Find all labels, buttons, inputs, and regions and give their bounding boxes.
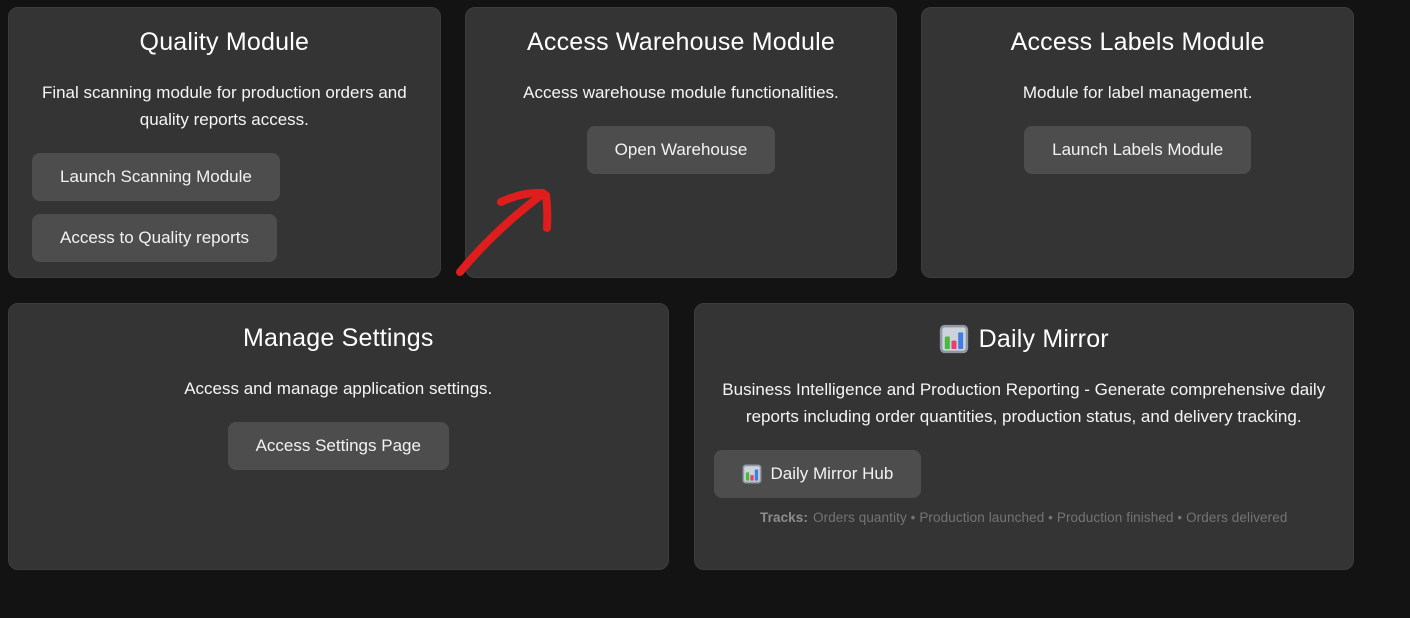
tracks-label: Tracks: <box>760 510 808 525</box>
bar-chart-icon <box>939 324 969 354</box>
card-warehouse-module: Access Warehouse Module Access warehouse… <box>465 7 898 278</box>
warehouse-module-title: Access Warehouse Module <box>481 28 882 57</box>
open-warehouse-button[interactable]: Open Warehouse <box>587 126 776 174</box>
tracks-items: Orders quantity • Production launched • … <box>813 510 1287 525</box>
daily-mirror-title: Daily Mirror <box>710 324 1339 354</box>
warehouse-module-description: Access warehouse module functionalities. <box>481 79 882 106</box>
launch-labels-module-button[interactable]: Launch Labels Module <box>1024 126 1251 174</box>
daily-mirror-title-text: Daily Mirror <box>979 325 1109 354</box>
dashboard-row-top: Quality Module Final scanning module for… <box>8 7 1354 278</box>
launch-scanning-module-button[interactable]: Launch Scanning Module <box>32 153 280 201</box>
daily-mirror-actions: Daily Mirror Hub <box>714 450 1339 498</box>
card-manage-settings: Manage Settings Access and manage applic… <box>8 303 669 570</box>
access-quality-reports-button[interactable]: Access to Quality reports <box>32 214 277 262</box>
manage-settings-description: Access and manage application settings. <box>24 375 653 402</box>
dashboard-row-bottom: Manage Settings Access and manage applic… <box>8 303 1354 570</box>
card-labels-module: Access Labels Module Module for label ma… <box>921 7 1354 278</box>
module-dashboard: Quality Module Final scanning module for… <box>8 7 1354 570</box>
daily-mirror-hub-button[interactable]: Daily Mirror Hub <box>714 450 922 498</box>
labels-module-description: Module for label management. <box>937 79 1338 106</box>
daily-mirror-tracks: Tracks: Orders quantity • Production laun… <box>710 510 1339 525</box>
access-settings-page-button[interactable]: Access Settings Page <box>228 422 449 470</box>
card-daily-mirror: Daily Mirror Business Intelligence and P… <box>694 303 1355 570</box>
quality-module-buttons: Launch Scanning Module Access to Quality… <box>32 153 425 262</box>
manage-settings-title: Manage Settings <box>24 324 653 353</box>
labels-module-title: Access Labels Module <box>937 28 1338 57</box>
daily-mirror-hub-button-label: Daily Mirror Hub <box>771 464 894 484</box>
card-quality-module: Quality Module Final scanning module for… <box>8 7 441 278</box>
daily-mirror-description: Business Intelligence and Production Rep… <box>710 376 1339 430</box>
quality-module-description: Final scanning module for production ord… <box>24 79 425 133</box>
quality-module-title: Quality Module <box>24 28 425 57</box>
bar-chart-icon <box>742 464 762 484</box>
